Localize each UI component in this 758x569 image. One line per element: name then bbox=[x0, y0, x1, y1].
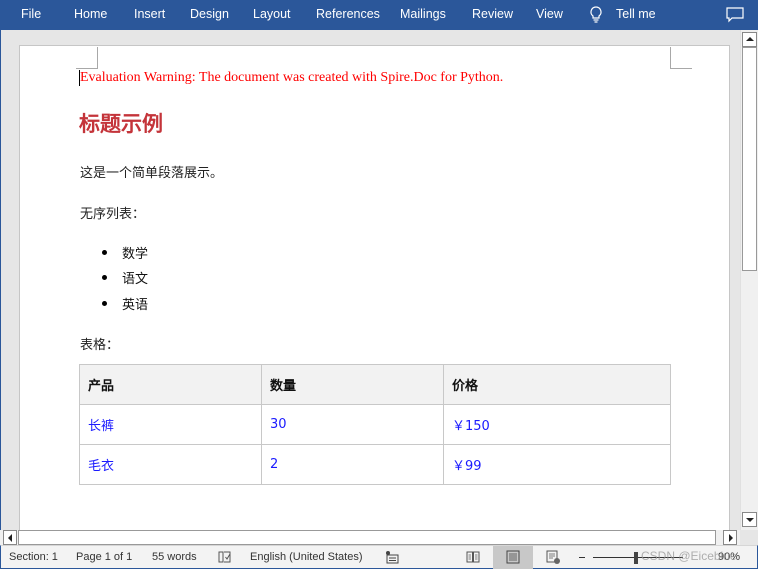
header-cell-price: 价格 bbox=[443, 364, 671, 405]
scroll-left-button[interactable] bbox=[3, 530, 17, 545]
arrow-left-icon bbox=[8, 534, 12, 542]
paragraph-text: 这是一个简单段落展示。 bbox=[80, 166, 224, 181]
section-indicator[interactable]: Section: 1 bbox=[9, 551, 58, 563]
vertical-scrollbar[interactable] bbox=[740, 30, 758, 530]
scroll-down-button[interactable] bbox=[742, 512, 757, 527]
list-item-text: 英语 bbox=[122, 298, 149, 313]
horizontal-scroll-thumb[interactable] bbox=[18, 530, 716, 545]
tab-view[interactable]: View bbox=[536, 7, 563, 21]
scroll-up-button[interactable] bbox=[742, 32, 757, 47]
tab-mailings[interactable]: Mailings bbox=[400, 7, 446, 21]
table-cell: ￥150 bbox=[443, 404, 671, 445]
tab-home[interactable]: Home bbox=[74, 7, 107, 21]
vertical-scroll-thumb[interactable] bbox=[742, 47, 757, 271]
table-cell: 30 bbox=[261, 404, 444, 445]
tab-insert[interactable]: Insert bbox=[134, 7, 165, 21]
print-layout-icon[interactable] bbox=[506, 550, 520, 564]
ribbon-tab-bar: File Home Insert Design Layout Reference… bbox=[0, 0, 758, 30]
table-label: 表格： bbox=[80, 338, 120, 353]
zoom-out-button[interactable] bbox=[579, 557, 585, 558]
evaluation-warning: Evaluation Warning: The document was cre… bbox=[80, 70, 504, 85]
list-item-text: 数学 bbox=[122, 247, 149, 262]
list-item-text: 语文 bbox=[122, 272, 149, 287]
status-bar: Section: 1 Page 1 of 1 55 words English … bbox=[0, 545, 758, 569]
watermark-text: CSDN @Eiceblue bbox=[641, 549, 737, 563]
header-cell-product: 产品 bbox=[79, 364, 262, 405]
scroll-right-button[interactable] bbox=[723, 530, 737, 545]
list-label: 无序列表： bbox=[80, 207, 146, 222]
table-cell: 毛衣 bbox=[79, 444, 262, 485]
tab-file[interactable]: File bbox=[21, 7, 41, 21]
horizontal-scrollbar[interactable] bbox=[0, 530, 740, 545]
table-cell: ￥99 bbox=[443, 444, 671, 485]
tab-references[interactable]: References bbox=[316, 7, 380, 21]
table-cell: 长裤 bbox=[79, 404, 262, 445]
macro-recording-icon[interactable] bbox=[385, 550, 399, 564]
tell-me-search[interactable]: Tell me bbox=[616, 7, 656, 21]
bullet-icon bbox=[102, 275, 107, 280]
tab-layout[interactable]: Layout bbox=[253, 7, 291, 21]
scrollbar-corner bbox=[740, 530, 758, 545]
crop-mark-top-left bbox=[76, 47, 98, 69]
tab-review[interactable]: Review bbox=[472, 7, 513, 21]
bullet-icon bbox=[102, 250, 107, 255]
bullet-icon bbox=[102, 301, 107, 306]
document-page[interactable]: Evaluation Warning: The document was cre… bbox=[19, 45, 730, 530]
read-mode-icon[interactable] bbox=[466, 550, 480, 564]
proofing-icon[interactable] bbox=[218, 550, 232, 564]
crop-mark-top-right bbox=[670, 47, 692, 69]
product-table: 产品 数量 价格 长裤 30 ￥150 毛衣 2 ￥99 bbox=[79, 364, 671, 485]
comment-icon[interactable] bbox=[726, 7, 744, 23]
zoom-slider-thumb[interactable] bbox=[634, 552, 638, 564]
header-cell-quantity: 数量 bbox=[261, 364, 444, 405]
table-header-row: 产品 数量 价格 bbox=[79, 364, 671, 405]
lightbulb-icon[interactable] bbox=[589, 6, 603, 24]
arrow-down-icon bbox=[746, 518, 754, 522]
web-layout-icon[interactable] bbox=[546, 550, 561, 565]
table-cell: 2 bbox=[261, 444, 444, 485]
document-heading: 标题示例 bbox=[79, 112, 163, 136]
arrow-right-icon bbox=[729, 534, 733, 542]
page-indicator[interactable]: Page 1 of 1 bbox=[76, 551, 132, 563]
tab-design[interactable]: Design bbox=[190, 7, 229, 21]
table-row: 长裤 30 ￥150 bbox=[79, 404, 671, 445]
arrow-up-icon bbox=[746, 37, 754, 41]
document-canvas: Evaluation Warning: The document was cre… bbox=[0, 30, 740, 530]
language-indicator[interactable]: English (United States) bbox=[250, 551, 363, 563]
table-row: 毛衣 2 ￥99 bbox=[79, 444, 671, 485]
word-count[interactable]: 55 words bbox=[152, 551, 197, 563]
